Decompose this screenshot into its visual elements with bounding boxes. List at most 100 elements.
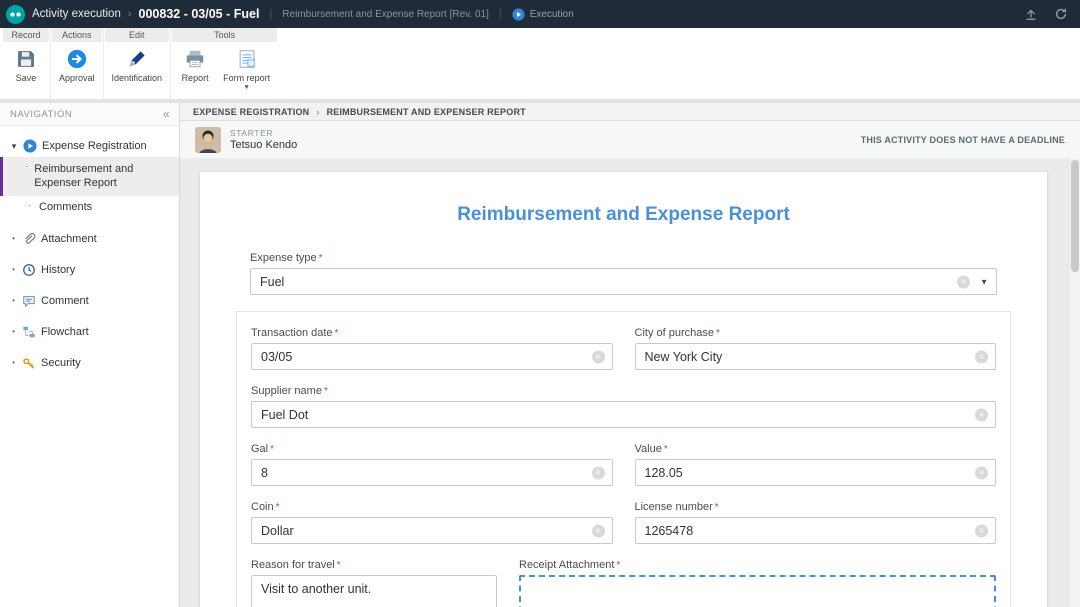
sidebar-item-comments[interactable]: · Comments (0, 196, 179, 218)
topbar: Activity execution › 000832 - 03/05 - Fu… (0, 0, 1080, 28)
sidebar-item-label: Reimbursement and Expenser Report (34, 162, 173, 191)
receipt-dropzone[interactable]: Drag a file or use the select (519, 575, 996, 607)
field-label: Supplier name (251, 385, 322, 397)
field-label: Reason for travel (251, 559, 335, 571)
required-marker: * (715, 502, 719, 513)
dropdown-caret-icon[interactable]: ▼ (243, 86, 249, 90)
clear-field-icon[interactable]: × (975, 350, 988, 363)
field-label: Transaction date (251, 327, 333, 339)
key-icon (22, 356, 36, 370)
form-report-button-label: Form report (223, 73, 270, 83)
required-marker: * (335, 328, 339, 339)
paperclip-icon (22, 232, 36, 246)
chevron-right-icon: › (316, 107, 319, 117)
form-card: Reimbursement and Expense Report Expense… (200, 172, 1047, 607)
breadcrumb-item-expense-registration[interactable]: EXPENSE REGISTRATION (193, 107, 309, 117)
navigation-title: NAVIGATION (10, 109, 72, 120)
gal-input[interactable] (251, 459, 613, 486)
clear-field-icon[interactable]: × (592, 350, 605, 363)
report-button[interactable]: Report (173, 46, 217, 99)
starter-label: STARTER (230, 128, 297, 138)
required-marker: * (616, 560, 620, 571)
separator: | (269, 8, 272, 20)
license-number-input[interactable] (635, 517, 997, 544)
transaction-date-input[interactable] (251, 343, 613, 370)
sidebar-item-security[interactable]: • Security (0, 352, 179, 374)
ribbon-group-label: Tools (172, 28, 277, 42)
save-button-label: Save (16, 73, 37, 83)
tree-expanded-caret-icon[interactable]: ▾ (10, 141, 18, 152)
field-transaction-date: Transaction date* × (251, 327, 613, 370)
bullet-icon: • (10, 358, 17, 367)
sidebar-item-comment[interactable]: • Comment (0, 290, 179, 312)
required-marker: * (270, 444, 274, 455)
ribbon-group-label: Actions (52, 28, 102, 42)
form-viewport: Reimbursement and Expense Report Expense… (180, 158, 1080, 607)
coin-input[interactable] (251, 517, 613, 544)
field-value: Value* × (635, 443, 997, 486)
sidebar-item-expense-registration[interactable]: ▾ Expense Registration (0, 135, 179, 157)
sidebar-item-label: Attachment (41, 233, 97, 245)
required-marker: * (324, 386, 328, 397)
sidebar-item-attachment[interactable]: • Attachment (0, 228, 179, 250)
sidebar-collapse-icon[interactable]: « (163, 107, 170, 121)
breadcrumb-item-reimbursement-report[interactable]: REIMBURSEMENT AND EXPENSER REPORT (327, 107, 526, 117)
field-label: Coin (251, 501, 274, 513)
scrollbar-track (1070, 158, 1080, 607)
form-report-icon (236, 48, 258, 70)
pen-icon (126, 48, 148, 70)
ribbon-group-tools: Tools Report Form report ▼ (170, 28, 278, 99)
starter-name: Tetsuo Kendo (230, 139, 297, 151)
record-title: 000832 - 03/05 - Fuel (139, 7, 260, 21)
ribbon-group-edit: Edit Identification (103, 28, 171, 99)
save-icon (15, 48, 37, 70)
field-receipt-attachment: Receipt Attachment* Drag a file or use t… (519, 559, 996, 607)
save-button[interactable]: Save (4, 46, 48, 99)
collapse-header-icon[interactable] (1024, 7, 1038, 21)
identification-button[interactable]: Identification (106, 46, 169, 99)
value-input[interactable] (635, 459, 997, 486)
breadcrumb: EXPENSE REGISTRATION › REIMBURSEMENT AND… (180, 103, 1080, 121)
field-gal: Gal* × (251, 443, 613, 486)
clear-field-icon[interactable]: × (592, 466, 605, 479)
clear-field-icon[interactable]: × (975, 466, 988, 479)
city-of-purchase-input[interactable] (635, 343, 997, 370)
supplier-name-input[interactable] (251, 401, 996, 428)
clear-field-icon[interactable]: × (957, 275, 970, 288)
field-reason-for-travel: Reason for travel* Visit to another unit… (251, 559, 497, 607)
select-caret-icon[interactable]: ▼ (980, 277, 988, 286)
ribbon-group-label: Record (3, 28, 49, 42)
sidebar-item-label: Flowchart (41, 326, 89, 338)
bullet-icon: • (10, 234, 17, 243)
play-circle-icon (23, 139, 37, 153)
form-report-button[interactable]: Form report ▼ (217, 46, 276, 99)
bullet-icon: • (10, 327, 17, 336)
clear-field-icon[interactable]: × (592, 524, 605, 537)
scrollbar-thumb[interactable] (1071, 160, 1079, 272)
identification-button-label: Identification (112, 73, 163, 83)
flowchart-icon (22, 325, 36, 339)
ribbon-toolbar: Record Save Actions Approval (0, 28, 1080, 103)
expense-detail-group: Transaction date* × City of purchase* (236, 311, 1011, 607)
bullet-icon: · (26, 201, 33, 213)
refresh-icon[interactable] (1054, 7, 1068, 21)
separator: | (499, 8, 502, 20)
field-label: Receipt Attachment (519, 559, 614, 571)
sidebar-item-reimbursement-report[interactable]: · Reimbursement and Expenser Report (0, 157, 179, 196)
field-license-number: License number* × (635, 501, 997, 544)
sidebar-item-flowchart[interactable]: • Flowchart (0, 321, 179, 343)
sidebar-item-label: Expense Registration (42, 140, 147, 152)
sidebar-item-label: History (41, 264, 75, 276)
field-label: Value (635, 443, 662, 455)
comment-bubble-icon (22, 294, 36, 308)
clear-field-icon[interactable]: × (975, 524, 988, 537)
history-clock-icon (22, 263, 36, 277)
app-section-label: Activity execution (32, 8, 121, 20)
sidebar-item-history[interactable]: • History (0, 259, 179, 281)
clear-field-icon[interactable]: × (975, 408, 988, 421)
approval-button[interactable]: Approval (53, 46, 101, 99)
expense-type-input[interactable] (250, 268, 997, 295)
reason-for-travel-textarea[interactable]: Visit to another unit. (251, 575, 497, 607)
ribbon-group-record: Record Save (2, 28, 50, 99)
avatar (195, 127, 221, 153)
